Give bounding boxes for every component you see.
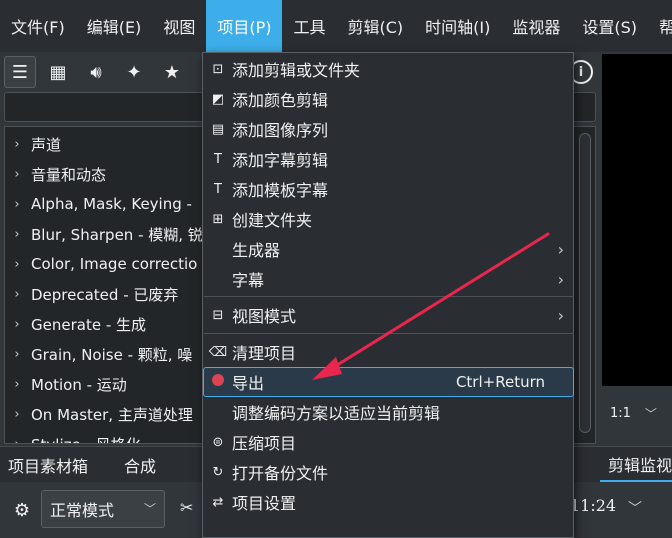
- menubar: 文件(F) 编辑(E) 视图 项目(P) 工具 剪辑(C) 时间轴(I) 监视器…: [0, 0, 672, 52]
- menu-timeline[interactable]: 时间轴(I): [414, 8, 501, 44]
- chevron-down-icon[interactable]: ﹀: [628, 498, 642, 518]
- expand-arrow-icon: ›: [14, 286, 20, 302]
- color-clip-icon: ◩: [211, 91, 225, 107]
- chevron-down-icon: ﹀: [143, 502, 156, 516]
- expand-arrow-icon: ›: [14, 196, 20, 212]
- menu-item-open-backup[interactable]: ↻ 打开备份文件: [204, 457, 574, 487]
- expand-arrow-icon: ›: [14, 376, 20, 392]
- tree-item[interactable]: › Alpha, Mask, Keying -: [5, 189, 192, 219]
- title-clip-icon: T: [214, 151, 222, 167]
- expand-arrow-icon: ›: [14, 166, 20, 182]
- add-clip-icon: ⊡: [212, 61, 224, 77]
- menu-item-add-template-title[interactable]: T 添加模板字幕: [204, 174, 574, 204]
- tree-item[interactable]: › Color, Image correctio: [5, 249, 197, 279]
- chevron-down-icon[interactable]: ﹀: [645, 405, 657, 422]
- expand-arrow-icon: ›: [14, 316, 20, 332]
- view-mode-icon: ⊟: [212, 307, 224, 323]
- expand-arrow-icon: ›: [14, 406, 20, 422]
- razor-tool-icon[interactable]: ✂: [180, 498, 204, 522]
- video-effects-icon[interactable]: ▦: [42, 56, 74, 88]
- mode-label: 正常模式: [50, 501, 115, 520]
- settings-icon: ⇄: [212, 494, 224, 510]
- custom-effects-icon[interactable]: ✦: [118, 56, 150, 88]
- menu-settings[interactable]: 设置(S): [571, 8, 648, 44]
- shortcut-label: Ctrl+Return: [455, 373, 545, 391]
- edit-mode-select[interactable]: 正常模式 ﹀: [41, 490, 165, 528]
- submenu-arrow-icon: ›: [557, 239, 564, 259]
- clip-monitor: 1:1 ﹀: [600, 52, 672, 445]
- menu-item-add-clip[interactable]: ⊡ 添加剪辑或文件夹: [204, 54, 574, 84]
- favorites-icon[interactable]: ★: [156, 56, 188, 88]
- expand-arrow-icon: ›: [14, 226, 20, 242]
- clean-icon: ⌫: [208, 344, 228, 360]
- timecode-display: 11:24: [570, 496, 617, 515]
- menu-item-add-title-clip[interactable]: T 添加字幕剪辑: [204, 144, 574, 174]
- menu-project[interactable]: 项目(P): [206, 0, 283, 52]
- record-icon: [204, 374, 232, 390]
- menu-item-render[interactable]: 导出 Ctrl+Return: [203, 367, 574, 397]
- folder-icon: ⊞: [212, 211, 224, 227]
- tree-item[interactable]: › Blur, Sharpen - 模糊, 锐: [5, 219, 202, 249]
- menu-view[interactable]: 视图: [152, 8, 206, 44]
- tab-compositions[interactable]: 合成: [116, 447, 164, 483]
- zoom-label[interactable]: 1:1: [610, 406, 631, 421]
- expand-arrow-icon: ›: [14, 436, 20, 444]
- menu-help[interactable]: 帮助: [648, 8, 672, 44]
- tree-item[interactable]: › 声道: [5, 129, 61, 159]
- tree-item[interactable]: › Motion - 运动: [5, 369, 126, 399]
- image-sequence-icon: ▤: [211, 121, 225, 137]
- menu-separator: [204, 333, 574, 334]
- template-title-icon: T: [214, 181, 222, 197]
- tree-item[interactable]: ›Stylize - 风格化: [5, 429, 140, 444]
- menu-item-create-folder[interactable]: ⊞ 创建文件夹: [204, 204, 574, 234]
- menu-item-view-mode[interactable]: ⊟ 视图模式 ›: [204, 300, 574, 330]
- expand-arrow-icon: ›: [14, 256, 20, 272]
- monitor-video: [602, 54, 672, 386]
- menu-item-project-settings[interactable]: ⇄ 项目设置: [204, 487, 574, 517]
- menu-item-clean-project[interactable]: ⌫ 清理项目: [204, 337, 574, 367]
- tree-item[interactable]: › On Master, 主声道处理: [5, 399, 192, 429]
- archive-icon: ⊜: [212, 434, 224, 450]
- audio-effects-icon[interactable]: 🔊︎: [80, 56, 112, 88]
- menu-monitor[interactable]: 监视器: [501, 8, 571, 44]
- menu-item-adjust-profile[interactable]: 调整编码方案以适应当前剪辑: [204, 397, 574, 427]
- track-settings-icon[interactable]: ⚙︎: [8, 496, 36, 524]
- backup-icon: ↻: [212, 464, 224, 480]
- menu-item-archive-project[interactable]: ⊜ 压缩项目: [204, 427, 574, 457]
- menu-tools[interactable]: 工具: [282, 8, 336, 44]
- submenu-arrow-icon: ›: [557, 305, 564, 325]
- monitor-bar: 1:1 ﹀: [600, 388, 672, 438]
- tree-item[interactable]: › Generate - 生成: [5, 309, 146, 339]
- menu-item-add-color-clip[interactable]: ◩ 添加颜色剪辑: [204, 84, 574, 114]
- menu-item-generators[interactable]: 生成器 ›: [204, 234, 574, 264]
- tab-clip-monitor[interactable]: 剪辑监视: [600, 447, 672, 483]
- menu-separator: [204, 296, 574, 297]
- tree-item[interactable]: › Grain, Noise - 颗粒, 噪: [5, 339, 192, 369]
- tab-project-bin[interactable]: 项目素材箱: [0, 447, 96, 483]
- expand-arrow-icon: ›: [14, 346, 20, 362]
- tree-item[interactable]: › Deprecated - 已废弃: [5, 279, 178, 309]
- menu-file[interactable]: 文件(F): [0, 8, 76, 44]
- expand-arrow-icon: ›: [14, 136, 20, 152]
- tree-item[interactable]: › 音量和动态: [5, 159, 106, 189]
- submenu-arrow-icon: ›: [557, 269, 564, 289]
- list-view-icon[interactable]: ☰: [4, 56, 36, 88]
- menu-item-subtitles[interactable]: 字幕 ›: [204, 264, 574, 294]
- menu-clip[interactable]: 剪辑(C): [336, 8, 414, 44]
- project-menu: ⊡ 添加剪辑或文件夹 ◩ 添加颜色剪辑 ▤ 添加图像序列 T 添加字幕剪辑 T 添加模板字…: [202, 52, 574, 538]
- menu-edit[interactable]: 编辑(E): [76, 8, 153, 44]
- menu-item-add-image-sequence[interactable]: ▤ 添加图像序列: [204, 114, 574, 144]
- tree-scrollbar[interactable]: [579, 133, 591, 433]
